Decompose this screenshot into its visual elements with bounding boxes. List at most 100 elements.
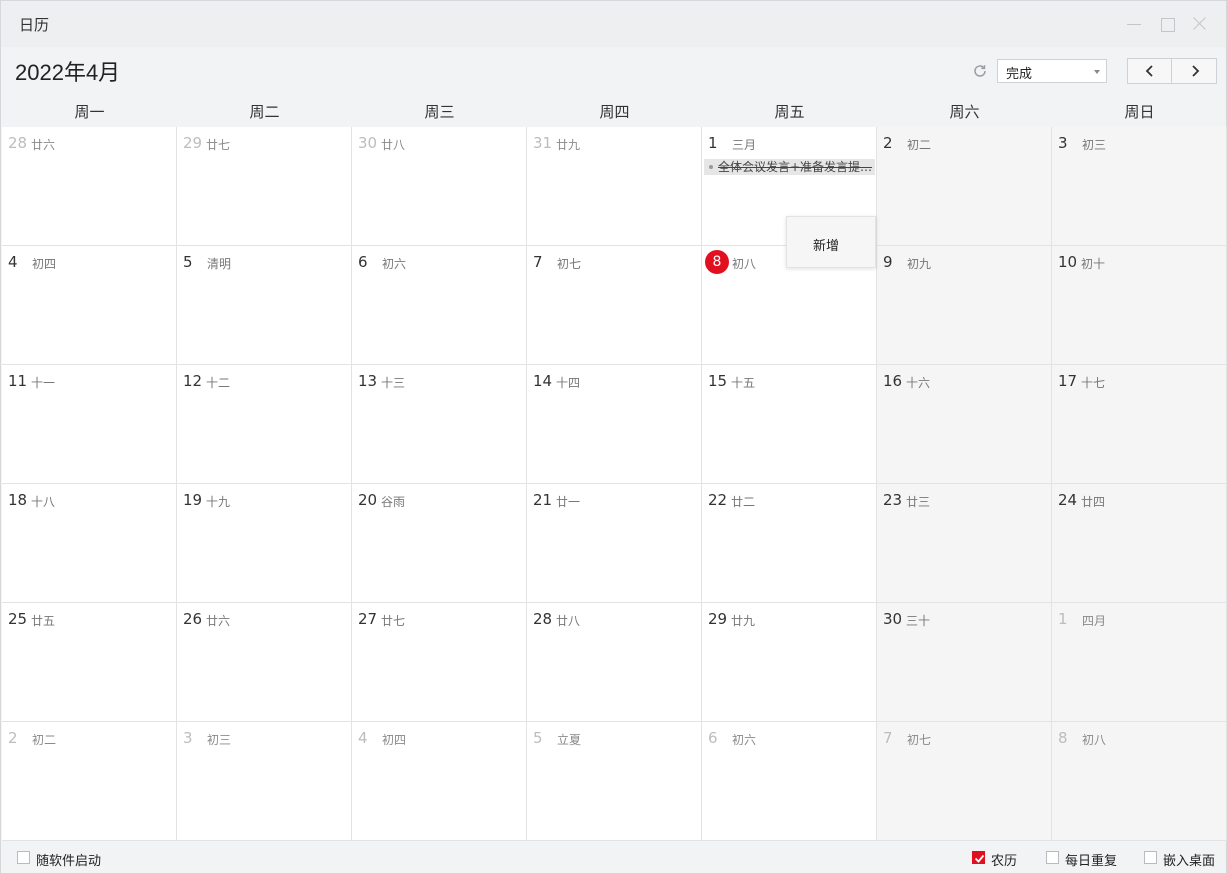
lunar-date: 初二 — [907, 138, 932, 152]
day-cell[interactable]: 31 廿九 — [527, 127, 702, 246]
day-number: 26 — [183, 610, 203, 628]
window-title: 日历 — [19, 16, 50, 34]
day-cell[interactable]: 22 廿二 — [702, 484, 877, 603]
day-cell[interactable]: 10 初十 — [1052, 246, 1227, 365]
day-cell[interactable]: 3 初三 — [1052, 127, 1227, 246]
lunar-date: 初四 — [382, 733, 407, 747]
status-filter-select[interactable]: 完成 — [997, 59, 1107, 83]
day-number: 18 — [8, 491, 28, 509]
lunar-date: 十三 — [381, 376, 406, 390]
day-cell[interactable]: 2 初二 — [877, 127, 1052, 246]
day-number: 23 — [883, 491, 903, 509]
embed-desktop-option[interactable]: 嵌入桌面 — [1144, 850, 1219, 869]
day-cell[interactable]: 19 十九 — [177, 484, 352, 603]
context-menu: 新增 — [786, 216, 876, 268]
day-cell[interactable]: 7 初七 — [527, 246, 702, 365]
day-cell[interactable]: 11 十一 — [2, 365, 177, 484]
day-number: 28 — [533, 610, 553, 628]
lunar-date: 廿七 — [206, 138, 231, 152]
lunar-option[interactable]: 农历 — [972, 850, 1022, 869]
lunar-date: 廿三 — [906, 495, 931, 509]
lunar-checkbox[interactable] — [972, 851, 985, 864]
lunar-date: 十四 — [556, 376, 581, 390]
day-cell[interactable]: 13 十三 — [352, 365, 527, 484]
day-cell[interactable]: 28 廿六 — [2, 127, 177, 246]
title-bar: 日历 — [1, 1, 1226, 47]
add-event-menu-item[interactable]: 新增 — [813, 235, 839, 254]
autostart-option[interactable]: 随软件启动 — [17, 850, 107, 869]
lunar-date: 廿一 — [556, 495, 581, 509]
day-cell[interactable]: 23 廿三 — [877, 484, 1052, 603]
autostart-checkbox[interactable] — [17, 851, 30, 864]
day-cell[interactable]: 6 初六 — [352, 246, 527, 365]
day-cell[interactable]: 25 廿五 — [2, 603, 177, 722]
day-cell[interactable]: 20 谷雨 — [352, 484, 527, 603]
lunar-date: 三月 — [732, 138, 757, 152]
day-cell[interactable]: 1 四月 — [1052, 603, 1227, 722]
day-number: 25 — [8, 610, 28, 628]
embed-desktop-label: 嵌入桌面 — [1163, 854, 1216, 869]
lunar-date: 初六 — [732, 733, 757, 747]
day-cell[interactable]: 17 十七 — [1052, 365, 1227, 484]
maximize-icon[interactable] — [1156, 13, 1178, 35]
day-cell[interactable]: 28 廿八 — [527, 603, 702, 722]
lunar-date: 初六 — [382, 257, 407, 271]
day-cell[interactable]: 21 廿一 — [527, 484, 702, 603]
day-number: 9 — [883, 253, 893, 271]
lunar-date: 廿八 — [381, 138, 406, 152]
previous-month-button[interactable] — [1128, 59, 1172, 83]
day-number: 4 — [358, 729, 368, 747]
lunar-date: 初十 — [1081, 257, 1106, 271]
day-cell[interactable]: 26 廿六 — [177, 603, 352, 722]
next-month-button[interactable] — [1173, 59, 1217, 83]
day-cell[interactable]: 7 初七 — [877, 722, 1052, 841]
lunar-date: 四月 — [1082, 614, 1107, 628]
daily-repeat-option[interactable]: 每日重复 — [1046, 850, 1121, 869]
day-cell[interactable]: 4 初四 — [352, 722, 527, 841]
lunar-date: 廿六 — [31, 138, 56, 152]
day-cell[interactable]: 29 廿九 — [702, 603, 877, 722]
day-cell[interactable]: 30 三十 — [877, 603, 1052, 722]
month-title: 2022年4月 — [15, 60, 121, 85]
day-number: 15 — [708, 372, 728, 390]
day-cell[interactable]: 30 廿八 — [352, 127, 527, 246]
day-number: 12 — [183, 372, 203, 390]
month-navigation — [1127, 58, 1217, 84]
day-cell[interactable]: 9 初九 — [877, 246, 1052, 365]
day-number: 5 — [183, 253, 193, 271]
lunar-date: 谷雨 — [381, 495, 406, 509]
chevron-left-icon — [1145, 65, 1153, 77]
day-cell[interactable]: 2 初二 — [2, 722, 177, 841]
lunar-date: 三十 — [906, 614, 931, 628]
day-number: 3 — [1058, 134, 1068, 152]
day-cell[interactable]: 15 十五 — [702, 365, 877, 484]
day-cell[interactable]: 12 十二 — [177, 365, 352, 484]
embed-desktop-checkbox[interactable] — [1144, 851, 1157, 864]
day-number: 5 — [533, 729, 543, 747]
day-number: 7 — [883, 729, 893, 747]
day-number: 16 — [883, 372, 903, 390]
day-cell[interactable]: 5 立夏 — [527, 722, 702, 841]
day-cell[interactable]: 27 廿七 — [352, 603, 527, 722]
refresh-icon[interactable] — [972, 63, 988, 79]
event-item[interactable]: 全体会议发言+准备发言提… — [704, 159, 875, 175]
day-cell[interactable]: 4 初四 — [2, 246, 177, 365]
day-cell[interactable]: 18 十八 — [2, 484, 177, 603]
day-cell[interactable]: 24 廿四 — [1052, 484, 1227, 603]
day-cell[interactable]: 8 初八 — [1052, 722, 1227, 841]
minimize-icon[interactable] — [1123, 13, 1145, 35]
daily-repeat-checkbox[interactable] — [1046, 851, 1059, 864]
lunar-label: 农历 — [991, 854, 1018, 869]
day-cell[interactable]: 16 十六 — [877, 365, 1052, 484]
day-cell[interactable]: 29 廿七 — [177, 127, 352, 246]
day-number: 1 — [1058, 610, 1068, 628]
month-grid: 28 廿六 29 廿七 30 廿八 31 廿九 1 三月 全体会议发言+准备发言提… 2 初二 3 初三 4 初… — [2, 127, 1227, 841]
day-cell[interactable]: 3 初三 — [177, 722, 352, 841]
lunar-date: 十七 — [1081, 376, 1106, 390]
day-cell[interactable]: 14 十四 — [527, 365, 702, 484]
day-number: 7 — [533, 253, 543, 271]
day-cell[interactable]: 5 清明 — [177, 246, 352, 365]
day-number: 8 — [1058, 729, 1068, 747]
close-icon[interactable] — [1189, 13, 1211, 35]
day-cell[interactable]: 6 初六 — [702, 722, 877, 841]
